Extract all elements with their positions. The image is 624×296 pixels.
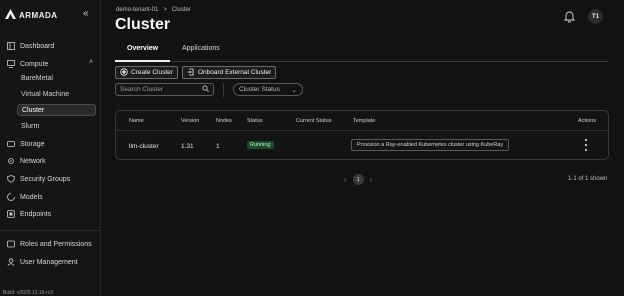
cluster-status-select[interactable]: Cluster Status ⌄	[233, 83, 303, 96]
nav-cluster[interactable]: Cluster	[17, 104, 96, 116]
onboard-external-cluster-label: Onboard External Cluster	[198, 69, 272, 76]
sidebar: ARMADA « Dashboard Compute ˄ BareMetal V…	[0, 0, 101, 296]
breadcrumb-current: Cluster	[171, 7, 191, 13]
nav-endpoints-label: Endpoints	[20, 210, 52, 218]
notifications-bell-icon[interactable]	[563, 10, 576, 23]
onboard-icon	[187, 68, 195, 78]
tab-overview[interactable]: Overview	[127, 45, 158, 52]
nav-models[interactable]: Models	[6, 191, 43, 203]
nav-user-management[interactable]: User Management	[6, 256, 78, 268]
page-number[interactable]: 1	[352, 174, 364, 185]
nav-security-groups-label: Security Groups	[20, 175, 71, 183]
models-icon	[6, 193, 15, 202]
search-icon[interactable]	[202, 85, 209, 94]
cell-name[interactable]: llm-cluster	[129, 143, 159, 150]
create-cluster-label: Create Cluster	[131, 69, 173, 76]
nav-virtual-machine[interactable]: Virtual Machine	[21, 89, 69, 101]
nav-storage[interactable]: Storage	[6, 138, 45, 150]
next-page-chevron-icon[interactable]: ›	[370, 175, 373, 184]
shield-icon	[6, 175, 15, 184]
row-actions-kebab-icon[interactable]	[583, 139, 589, 151]
col-header-nodes: Nodes	[216, 118, 232, 124]
dashboard-icon	[6, 42, 15, 51]
nav-roles-permissions[interactable]: Roles and Permissions	[6, 238, 92, 250]
active-tab-indicator	[115, 60, 170, 62]
template-chip: Provision a Ray-enabled Kubernetes clust…	[351, 139, 510, 151]
nav-storage-label: Storage	[20, 140, 45, 148]
cell-nodes: 1	[216, 143, 220, 150]
page-title: Cluster	[115, 16, 171, 33]
brand-logo: ARMADA	[5, 9, 58, 21]
compute-icon	[6, 60, 15, 69]
user-icon	[6, 258, 15, 267]
nav-roles-label: Roles and Permissions	[20, 240, 92, 248]
user-avatar[interactable]: T1	[588, 9, 603, 24]
brand-name: ARMADA	[19, 10, 58, 20]
onboard-external-cluster-button[interactable]: Onboard External Cluster	[182, 66, 277, 79]
pagination: ‹ 1 ›	[344, 174, 372, 185]
nav-models-label: Models	[20, 193, 43, 201]
nav-network[interactable]: Network	[6, 155, 46, 167]
main-content: demo-tenant-01 > Cluster Cluster T1 Over…	[102, 0, 624, 296]
tab-applications[interactable]: Applications	[182, 45, 220, 52]
cell-version: 1.31	[181, 143, 194, 150]
status-badge: Running	[247, 141, 274, 149]
breadcrumb-separator: >	[163, 7, 167, 13]
nav-dashboard-label: Dashboard	[20, 42, 55, 50]
plus-circle-icon	[120, 67, 128, 78]
endpoints-icon	[6, 210, 15, 219]
sidebar-divider	[0, 230, 101, 231]
build-version: Build: v2025.12.16-rc3	[3, 290, 54, 296]
nav-baremetal[interactable]: BareMetal	[21, 73, 53, 85]
armada-logo-icon	[5, 9, 16, 21]
breadcrumb: demo-tenant-01 > Cluster	[116, 7, 191, 13]
chevron-up-icon: ˄	[89, 59, 94, 66]
table-header-divider	[116, 130, 608, 131]
nav-dashboard[interactable]: Dashboard	[6, 40, 54, 52]
nav-user-management-label: User Management	[20, 258, 78, 266]
tab-bar: Overview Applications	[115, 40, 608, 62]
collapse-sidebar-icon[interactable]: «	[83, 8, 89, 19]
nav-slurm[interactable]: Slurm	[21, 121, 39, 133]
col-header-status: Status	[247, 118, 263, 124]
filter-divider	[223, 83, 224, 97]
nav-security-groups[interactable]: Security Groups	[6, 173, 70, 185]
col-header-actions: Actions	[578, 118, 597, 124]
chevron-down-icon: ⌄	[291, 86, 297, 94]
roles-icon	[6, 240, 15, 249]
cluster-status-select-label: Cluster Status	[239, 86, 280, 93]
nav-network-label: Network	[20, 157, 46, 165]
search-input[interactable]	[120, 86, 200, 93]
col-header-name: Name	[129, 118, 144, 124]
search-box	[115, 83, 214, 96]
storage-icon	[6, 140, 15, 149]
network-icon	[6, 157, 15, 166]
nav-endpoints[interactable]: Endpoints	[6, 208, 51, 220]
clusters-table: Name Version Nodes Status Current Status…	[115, 110, 609, 160]
col-header-version: Version	[181, 118, 200, 124]
nav-compute[interactable]: Compute ˄	[6, 58, 93, 70]
results-count: 1-1 of 1 shown	[568, 176, 608, 182]
prev-page-chevron-icon[interactable]: ‹	[344, 175, 347, 184]
nav-compute-label: Compute	[20, 60, 49, 68]
breadcrumb-tenant[interactable]: demo-tenant-01	[116, 7, 158, 13]
col-header-template: Template	[353, 118, 376, 124]
create-cluster-button[interactable]: Create Cluster	[115, 66, 178, 79]
col-header-current-status: Current Status	[296, 118, 332, 124]
